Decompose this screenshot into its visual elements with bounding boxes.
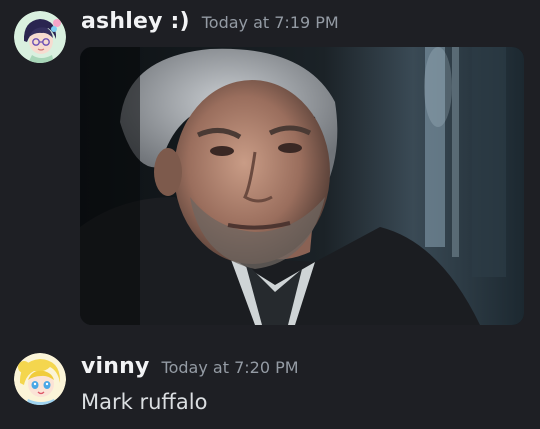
message-header: ashley :) Today at 7:19 PM [81, 9, 339, 34]
anime-avatar-icon [14, 353, 66, 405]
photo-man-portrait [80, 47, 524, 325]
message-header: vinny Today at 7:20 PM [81, 354, 299, 379]
username[interactable]: vinny [81, 354, 150, 379]
avatar-ashley[interactable] [14, 11, 66, 63]
chat-log: ashley :) Today at 7:19 PM vinny Today a… [0, 0, 540, 429]
image-attachment[interactable] [80, 47, 524, 325]
message-ashley: ashley :) Today at 7:19 PM [0, 0, 540, 340]
message-vinny: vinny Today at 7:20 PM Mark ruffalo [0, 340, 540, 429]
timestamp[interactable]: Today at 7:20 PM [162, 358, 299, 377]
username[interactable]: ashley :) [81, 9, 190, 34]
message-text: Mark ruffalo [81, 390, 208, 414]
timestamp[interactable]: Today at 7:19 PM [202, 13, 339, 32]
anime-avatar-icon [14, 11, 66, 63]
avatar-vinny[interactable] [14, 353, 66, 405]
